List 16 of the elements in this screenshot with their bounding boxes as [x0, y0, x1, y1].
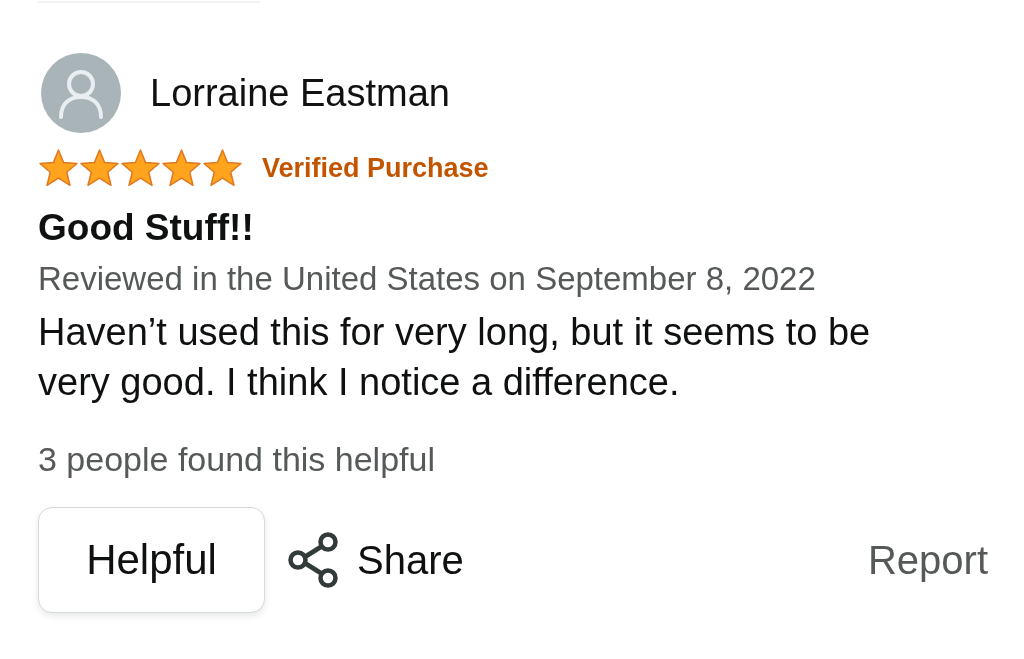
star-icon: [202, 148, 243, 187]
star-icon: [161, 148, 202, 187]
review-title: Good Stuff!!: [38, 207, 255, 249]
reviewer-name: Lorraine Eastman: [150, 71, 450, 115]
review-text: Haven’t used this for very long, but it seems to be very good. I think I notice a difference.: [38, 310, 872, 405]
share-icon: [287, 532, 339, 588]
helpful-button[interactable]: Helpful: [38, 507, 265, 613]
report-link[interactable]: Report: [867, 537, 988, 583]
review-date: Reviewed in the United States on September 8, 2022: [38, 259, 817, 299]
share-button[interactable]: Share: [287, 532, 464, 588]
verified-purchase-label: Verified Purchase: [262, 151, 489, 185]
avatar-icon: [41, 53, 121, 133]
star-icon: [79, 148, 120, 187]
star-icon: [120, 148, 161, 187]
star-icon: [38, 148, 79, 187]
helpful-count: 3 people found this helpful: [38, 439, 436, 479]
